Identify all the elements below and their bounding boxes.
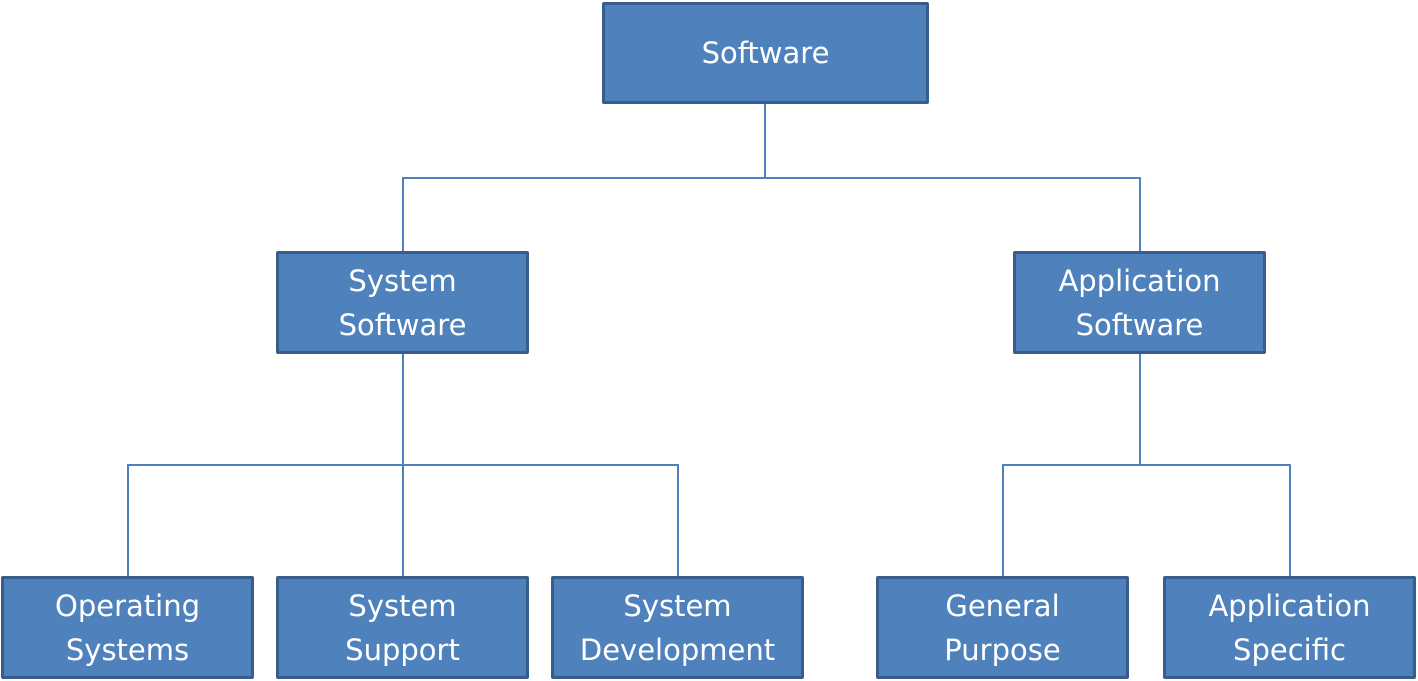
node-system-software: System Software: [276, 251, 529, 354]
node-application-software: Application Software: [1013, 251, 1266, 354]
node-operating-systems: Operating Systems: [1, 576, 254, 679]
connector-root-bar: [402, 177, 1141, 252]
node-system-development: System Development: [551, 576, 804, 679]
node-application-specific: Application Specific: [1163, 576, 1416, 679]
node-general-purpose: General Purpose: [876, 576, 1129, 679]
connector-application-bar: [1002, 464, 1291, 577]
node-software: Software: [602, 2, 929, 104]
node-system-support: System Support: [276, 576, 529, 679]
